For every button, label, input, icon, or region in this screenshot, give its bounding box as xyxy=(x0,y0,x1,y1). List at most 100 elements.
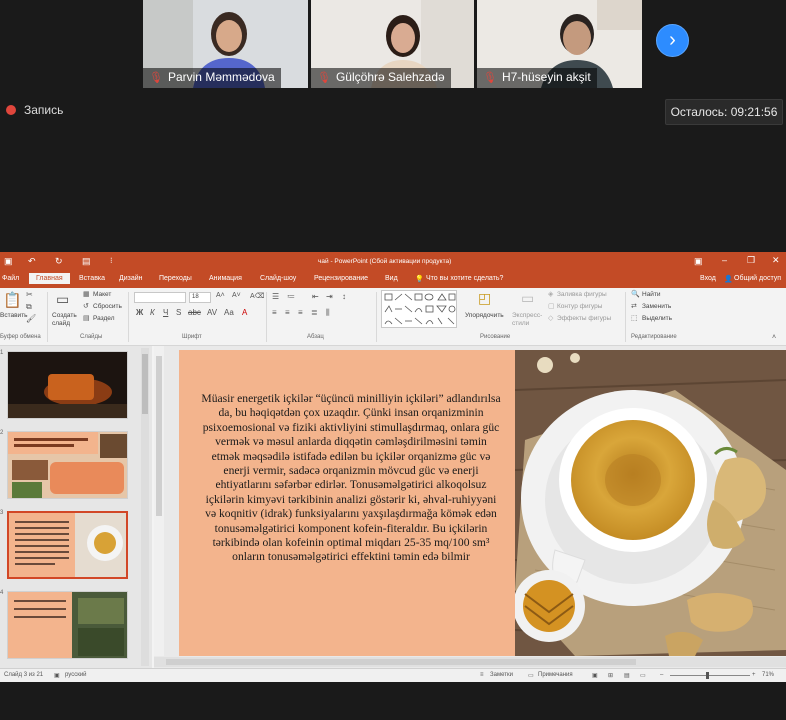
mic-muted-icon: 🎙 xyxy=(149,72,163,84)
quick-styles-icon[interactable]: ▭ xyxy=(521,290,534,307)
quick-styles-button[interactable]: Экспресс-стили xyxy=(512,312,546,328)
editor-vertical-scrollbar[interactable] xyxy=(154,346,164,656)
tab-design[interactable]: Дизайн xyxy=(119,275,143,282)
shadow-icon[interactable]: S xyxy=(176,308,181,317)
paste-icon[interactable]: 📋 xyxy=(3,291,22,309)
new-slide-icon[interactable]: ▭ xyxy=(56,291,69,308)
editor-horizontal-scrollbar[interactable] xyxy=(154,657,786,667)
select-button[interactable]: Выделить xyxy=(642,315,672,322)
collapse-ribbon-icon[interactable]: ˄ xyxy=(772,334,776,341)
zoom-slider[interactable] xyxy=(670,675,750,676)
slide-thumbnail-selected[interactable] xyxy=(7,511,128,579)
columns-icon[interactable]: ⫼ xyxy=(326,308,330,318)
present-icon[interactable]: ▤ xyxy=(82,256,91,267)
spellcheck-icon[interactable]: ▣ xyxy=(54,672,60,679)
tab-home[interactable]: Главная xyxy=(29,273,70,284)
italic-icon[interactable]: К xyxy=(150,308,155,317)
language-indicator[interactable]: русский xyxy=(65,672,87,678)
align-center-icon[interactable]: ≡ xyxy=(285,308,290,317)
next-participants-button[interactable]: › xyxy=(656,24,689,57)
underline-icon[interactable]: Ч xyxy=(163,308,168,317)
close-icon[interactable]: ✕ xyxy=(772,255,780,266)
numbering-icon[interactable]: ≔ xyxy=(287,292,295,301)
signin-link[interactable]: Вход xyxy=(700,275,716,282)
font-family-select[interactable] xyxy=(134,292,186,303)
maximize-icon[interactable]: ❐ xyxy=(747,255,755,266)
shape-outline-button[interactable]: Контур фигуры xyxy=(557,303,602,310)
shape-effects-icon: ◇ xyxy=(548,315,554,322)
line-spacing-icon[interactable]: ↕ xyxy=(342,292,346,301)
tab-file[interactable]: Файл xyxy=(2,275,19,282)
zoom-out-icon[interactable]: – xyxy=(660,672,663,678)
customize-icon[interactable]: ⁝ xyxy=(110,256,113,265)
slide-thumbnail[interactable] xyxy=(7,351,128,419)
tab-animations[interactable]: Анимация xyxy=(209,275,242,282)
participant-tile[interactable]: 🎙 Gülçöhrə Salehzadə xyxy=(311,0,474,88)
slide-thumbnail[interactable] xyxy=(7,591,128,659)
section-button[interactable]: Раздел xyxy=(93,315,114,322)
scroll-thumb[interactable] xyxy=(166,659,636,665)
participant-tile[interactable]: 🎙 Parvin Məmmədova xyxy=(143,0,308,88)
spacing-icon[interactable]: AV xyxy=(207,308,217,317)
align-right-icon[interactable]: ≡ xyxy=(298,308,303,317)
minimize-icon[interactable]: – xyxy=(722,255,727,265)
strikethrough-icon[interactable]: abc xyxy=(188,308,201,317)
thumbnails-scrollbar[interactable] xyxy=(141,348,149,666)
save-icon[interactable]: ▣ xyxy=(4,256,13,267)
slideshow-view-icon[interactable]: ▭ xyxy=(640,672,646,679)
tab-insert[interactable]: Вставка xyxy=(79,275,105,282)
font-size-increase-icon[interactable]: A˄ xyxy=(216,292,225,299)
align-left-icon[interactable]: ≡ xyxy=(272,308,277,317)
tab-view[interactable]: Вид xyxy=(385,275,398,282)
arrange-button[interactable]: Упорядочить xyxy=(465,312,504,319)
reading-view-icon[interactable]: ▤ xyxy=(624,672,630,679)
slide-thumbnails-pane: 1 2 3 4 xyxy=(0,346,152,668)
redo-icon[interactable]: ↻ xyxy=(55,256,63,267)
layout-button[interactable]: Макет xyxy=(93,291,111,298)
case-icon[interactable]: Aa xyxy=(224,308,234,317)
recording-indicator[interactable]: Запись xyxy=(6,103,63,117)
share-button[interactable]: Общий доступ xyxy=(734,275,781,282)
tab-review[interactable]: Рецензирование xyxy=(314,275,368,282)
indent-increase-icon[interactable]: ⇥ xyxy=(326,292,333,301)
justify-icon[interactable]: ≣ xyxy=(311,308,318,317)
bold-icon[interactable]: Ж xyxy=(136,308,143,317)
paste-button[interactable]: Вставить xyxy=(0,312,28,319)
font-color-icon[interactable]: A xyxy=(242,308,247,317)
participant-tile[interactable]: 🎙 H7-hüseyin akşit xyxy=(477,0,642,88)
scroll-thumb[interactable] xyxy=(142,354,148,414)
tab-transitions[interactable]: Переходы xyxy=(159,275,192,282)
reset-button[interactable]: Сбросить xyxy=(93,303,122,310)
cut-icon[interactable]: ✂ xyxy=(26,290,33,299)
shape-fill-button[interactable]: Заливка фигуры xyxy=(557,291,607,298)
new-slide-button[interactable]: Создать слайд xyxy=(52,312,80,328)
clear-format-icon[interactable]: A⌫ xyxy=(250,292,265,300)
font-size-decrease-icon[interactable]: A˅ xyxy=(232,292,241,299)
zoom-slider-thumb[interactable] xyxy=(706,672,709,679)
sorter-view-icon[interactable]: ⊞ xyxy=(608,672,613,679)
font-size-select[interactable]: 18 xyxy=(189,292,211,303)
slide-body-text[interactable]: Müasir energetik içkilər “üçüncü minilli… xyxy=(201,392,501,565)
zoom-in-icon[interactable]: + xyxy=(752,672,756,678)
arrange-icon[interactable]: ◰ xyxy=(478,290,491,307)
shape-effects-button[interactable]: Эффекты фигуры xyxy=(557,315,611,322)
slide-thumbnail[interactable] xyxy=(7,431,128,499)
tab-slideshow[interactable]: Слайд-шоу xyxy=(260,275,296,282)
replace-button[interactable]: Заменить xyxy=(642,303,671,310)
shapes-gallery[interactable] xyxy=(381,290,457,328)
indent-decrease-icon[interactable]: ⇤ xyxy=(312,292,319,301)
normal-view-icon[interactable]: ▣ xyxy=(592,672,598,679)
format-painter-icon[interactable]: 🖌 xyxy=(26,314,36,323)
current-slide[interactable]: Müasir energetik içkilər “üçüncü minilli… xyxy=(179,350,786,656)
comments-button[interactable]: Примечания xyxy=(538,672,573,678)
zoom-level[interactable]: 71% xyxy=(762,672,774,678)
undo-icon[interactable]: ↶ xyxy=(28,256,36,267)
notes-button[interactable]: Заметки xyxy=(490,672,513,678)
find-button[interactable]: Найти xyxy=(642,291,661,298)
ribbon-options-icon[interactable]: ▣ xyxy=(694,256,703,267)
thumb-number: 4 xyxy=(0,590,4,596)
bullets-icon[interactable]: ☰ xyxy=(272,292,279,301)
scroll-thumb[interactable] xyxy=(156,356,162,516)
copy-icon[interactable]: ⧉ xyxy=(26,302,32,312)
tell-me-box[interactable]: Что вы хотите сделать? xyxy=(426,275,503,282)
